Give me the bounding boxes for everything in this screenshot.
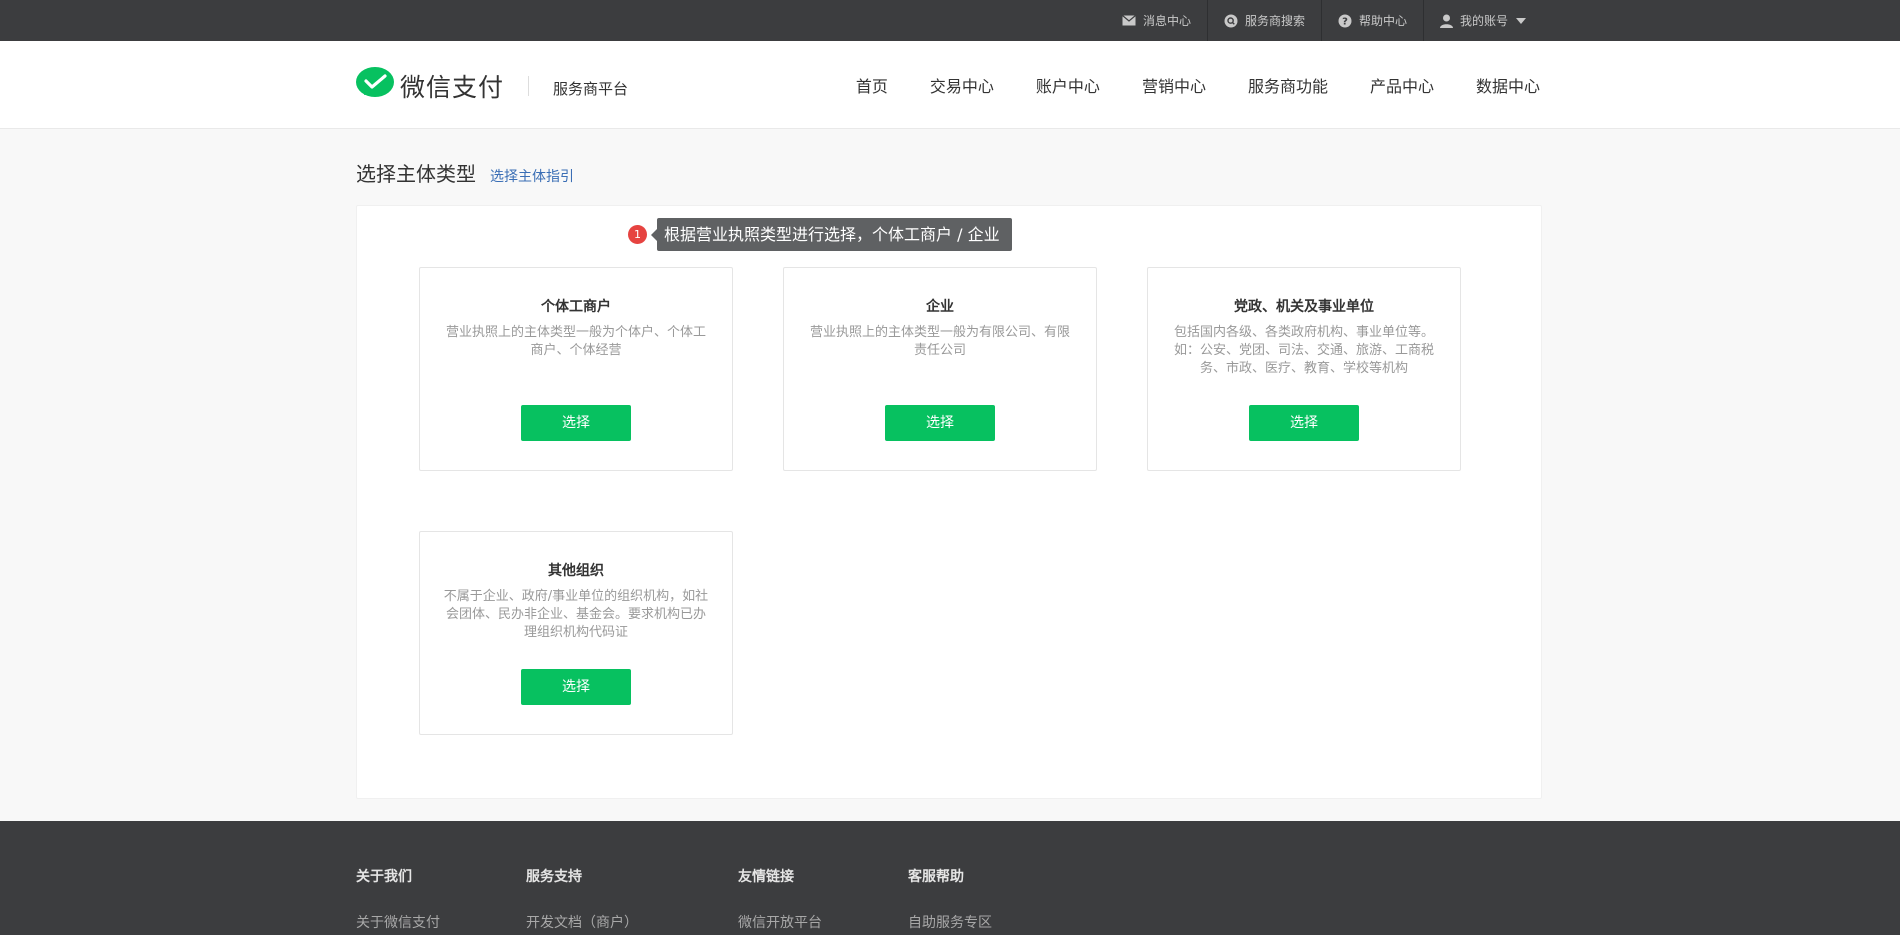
footer-link-open-platform[interactable]: 微信开放平台: [738, 912, 822, 932]
card-individual-business: 个体工商户 营业执照上的主体类型一般为个体户、个体工商户、个体经营 选择: [419, 267, 733, 471]
footer-col-friend-links: 友情链接 微信开放平台: [738, 866, 822, 932]
nav-item-provider-functions[interactable]: 服务商功能: [1248, 73, 1328, 97]
nav-item-marketing[interactable]: 营销中心: [1142, 73, 1206, 97]
message-center-label: 消息中心: [1142, 14, 1191, 28]
select-government-button[interactable]: 选择: [1249, 405, 1359, 441]
logo-text: 微信支付: [400, 73, 505, 102]
chevron-down-icon: [1516, 17, 1526, 24]
nav-item-transactions[interactable]: 交易中心: [930, 73, 994, 97]
my-account-dropdown[interactable]: 我的账号: [1424, 0, 1542, 41]
card-government-institution: 党政、机关及事业单位 包括国内各级、各类政府机构、事业单位等。如：公安、党团、司…: [1147, 267, 1461, 471]
footer-heading: 关于我们: [356, 869, 412, 885]
my-account-label: 我的账号: [1459, 14, 1508, 28]
select-individual-business-button[interactable]: 选择: [521, 405, 631, 441]
platform-name: 服务商平台: [553, 79, 629, 98]
user-icon: [1439, 14, 1453, 28]
logo-divider: [528, 76, 530, 96]
card-enterprise: 企业 营业执照上的主体类型一般为有限公司、有限责任公司 选择: [783, 267, 1097, 471]
nav-item-products[interactable]: 产品中心: [1370, 73, 1434, 97]
mail-icon: [1122, 15, 1136, 26]
wechat-pay-logo-icon: [356, 67, 394, 105]
main-nav: 首页 交易中心 账户中心 营销中心 服务商功能 产品中心 数据中心: [814, 41, 1540, 129]
subject-guide-link[interactable]: 选择主体指引: [490, 166, 574, 186]
footer-col-about: 关于我们 关于微信支付: [356, 866, 440, 932]
card-title: 党政、机关及事业单位: [1234, 299, 1374, 315]
card-description: 营业执照上的主体类型一般为个体户、个体工商户、个体经营: [445, 325, 706, 358]
card-title: 其他组织: [548, 563, 604, 579]
footer-heading: 服务支持: [526, 869, 582, 885]
tooltip-hint: 根据营业执照类型进行选择，个体工商户 / 企业: [651, 218, 1012, 251]
help-center-label: 帮助中心: [1358, 14, 1407, 28]
card-title: 个体工商户: [541, 299, 611, 315]
footer-link-about-wechat-pay[interactable]: 关于微信支付: [356, 912, 440, 932]
footer-heading: 友情链接: [738, 869, 794, 885]
nav-item-home[interactable]: 首页: [856, 73, 888, 97]
message-center-link[interactable]: 消息中心: [1106, 0, 1208, 41]
page-title-row: 选择主体类型 选择主体指引: [356, 158, 574, 187]
top-bar: 消息中心 服务商搜索 ? 帮助中心 我的账号: [0, 0, 1900, 41]
footer-link-dev-docs[interactable]: 开发文档（商户）: [526, 912, 638, 932]
footer-link-self-service[interactable]: 自助服务专区: [908, 912, 992, 932]
select-other-organization-button[interactable]: 选择: [521, 669, 631, 705]
header: 微信支付 服务商平台 首页 交易中心 账户中心 营销中心 服务商功能 产品中心 …: [0, 41, 1900, 129]
search-icon: [1224, 14, 1238, 28]
svg-text:?: ?: [1342, 16, 1348, 27]
nav-item-account[interactable]: 账户中心: [1036, 73, 1100, 97]
help-center-link[interactable]: ? 帮助中心: [1322, 0, 1424, 41]
footer-col-support: 服务支持 开发文档（商户）: [526, 866, 638, 932]
provider-search-link[interactable]: 服务商搜索: [1208, 0, 1322, 41]
page-title: 选择主体类型: [356, 162, 476, 186]
card-title: 企业: [926, 299, 954, 315]
nav-item-data[interactable]: 数据中心: [1476, 73, 1540, 97]
provider-search-label: 服务商搜索: [1244, 14, 1305, 28]
card-other-organization: 其他组织 不属于企业、政府/事业单位的组织机构，如社会团体、民办非企业、基金会。…: [419, 531, 733, 735]
card-description: 不属于企业、政府/事业单位的组织机构，如社会团体、民办非企业、基金会。要求机构已…: [443, 589, 709, 640]
footer: 关于我们 关于微信支付 服务支持 开发文档（商户） 友情链接 微信开放平台 客服…: [0, 821, 1900, 935]
card-description: 营业执照上的主体类型一般为有限公司、有限责任公司: [809, 325, 1070, 358]
footer-heading: 客服帮助: [908, 869, 964, 885]
help-icon: ?: [1338, 14, 1352, 28]
select-enterprise-button[interactable]: 选择: [885, 405, 995, 441]
logo[interactable]: 微信支付 服务商平台: [356, 67, 628, 105]
card-description: 包括国内各级、各类政府机构、事业单位等。如：公安、党团、司法、交通、旅游、工商税…: [1173, 325, 1434, 376]
footer-col-customer-help: 客服帮助 自助服务专区: [908, 866, 992, 932]
step-badge: 1: [628, 225, 647, 244]
